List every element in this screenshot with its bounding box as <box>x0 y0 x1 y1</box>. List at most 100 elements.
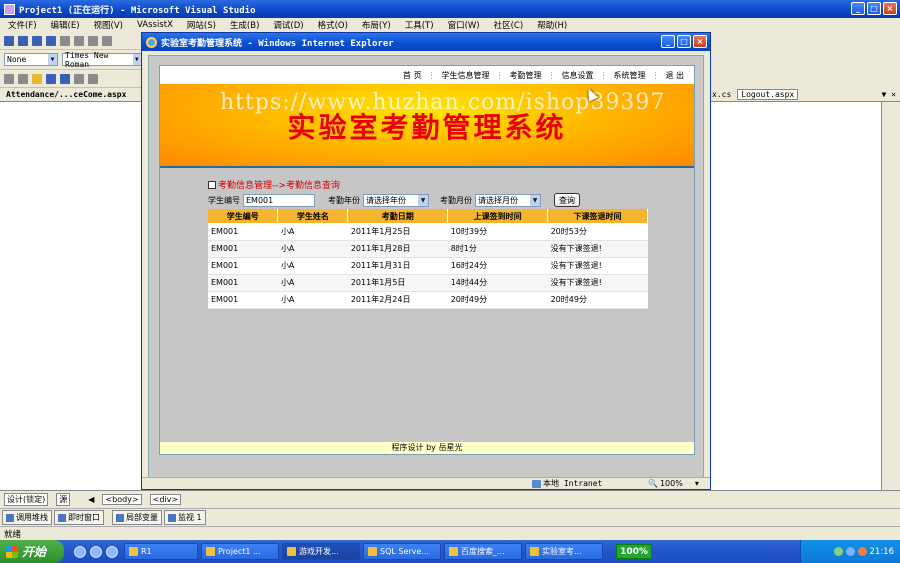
close-icon[interactable]: × <box>693 35 707 48</box>
save-all-icon[interactable] <box>60 73 70 84</box>
tab-close-icon[interactable]: ▼ × <box>882 90 896 99</box>
tag-nav-left-icon[interactable]: ◀ <box>88 495 94 504</box>
menu-format[interactable]: 格式(O) <box>318 19 348 31</box>
doc-tab-cs[interactable]: x.cs <box>712 90 731 99</box>
cell-checkin: 14时44分 <box>447 274 548 292</box>
vertical-scrollbar[interactable] <box>882 102 900 490</box>
font-combo[interactable]: Times New Roman ▼ <box>62 51 142 69</box>
menu-tools[interactable]: 工具(T) <box>405 19 434 31</box>
zoom-control[interactable]: 🔍 100% ▾ <box>648 479 699 488</box>
nav-system[interactable]: 系统管理 <box>613 70 645 81</box>
editor-pane-right[interactable] <box>710 102 882 490</box>
tag-body[interactable]: <body> <box>102 494 142 505</box>
cell-date: 2011年1月31日 <box>347 257 448 275</box>
menu-file[interactable]: 文件(F) <box>8 19 37 31</box>
menu-view[interactable]: 视图(V) <box>94 19 123 31</box>
task-r1[interactable]: R1 <box>124 543 198 560</box>
volume-icon[interactable] <box>857 547 867 556</box>
menu-build[interactable]: 生成(B) <box>230 19 259 31</box>
nav-logout[interactable]: 退 出 <box>665 70 684 81</box>
tab-watch[interactable]: 监视 1 <box>164 510 206 525</box>
menu-debug[interactable]: 调试(D) <box>273 19 303 31</box>
start-button[interactable]: 开始 <box>0 540 64 563</box>
nav-attendance[interactable]: 考勤管理 <box>509 70 541 81</box>
vs-menubar: 文件(F) 编辑(E) 视图(V) VAssistX 网站(S) 生成(B) 调… <box>0 18 900 32</box>
tab-watch-label: 监视 1 <box>178 513 202 522</box>
cut-icon[interactable] <box>74 73 84 84</box>
style-combo[interactable]: None ▼ <box>4 53 58 66</box>
year-select-value: 请选择年份 <box>366 195 406 205</box>
task-project1[interactable]: Project1 ... <box>201 543 279 560</box>
attendance-table: 学生编号 学生姓名 考勤日期 上课签到时间 下课签退时间 EM001 小A 20… <box>208 209 648 309</box>
tab-call-stack[interactable]: 调用堆栈 <box>2 510 52 525</box>
media-quicklaunch-icon[interactable] <box>106 545 118 558</box>
new-project-icon[interactable] <box>4 73 14 84</box>
month-select[interactable]: 请选择月份 ▼ <box>475 193 541 207</box>
table-row: EM001 小A 2011年1月28日 8时1分 没有下课签退! <box>208 240 648 258</box>
system-tray: 21:16 <box>800 540 900 563</box>
security-zone[interactable]: 本地 Intranet <box>532 478 602 489</box>
menu-help[interactable]: 帮助(H) <box>537 19 567 31</box>
nav-info-settings[interactable]: 信息设置 <box>561 70 593 81</box>
menu-website[interactable]: 网站(S) <box>187 19 216 31</box>
maximize-icon[interactable]: □ <box>867 2 881 15</box>
nav-student-info[interactable]: 学生信息管理 <box>441 70 489 81</box>
menu-window[interactable]: 窗口(W) <box>448 19 480 31</box>
copy-icon[interactable] <box>88 73 98 84</box>
nav-separator: ⋮ <box>599 70 608 80</box>
task-label: 游戏开发... <box>299 547 339 556</box>
chevron-down-icon: ▾ <box>694 479 699 488</box>
design-tab[interactable]: 设计(锁定) <box>4 493 49 506</box>
open-file-icon[interactable] <box>32 73 42 84</box>
menu-community[interactable]: 社区(C) <box>494 19 524 31</box>
tab-locals[interactable]: 局部变量 <box>112 510 162 525</box>
doc-tab-logout[interactable]: Logout.aspx <box>737 89 799 100</box>
immediate-icon <box>58 513 66 522</box>
year-label: 考勤年份 <box>328 195 360 205</box>
restart-icon[interactable] <box>46 35 56 46</box>
cell-date: 2011年1月5日 <box>347 274 448 292</box>
minimize-icon[interactable]: _ <box>661 35 675 48</box>
maximize-icon[interactable]: □ <box>677 35 691 48</box>
tab-immediate[interactable]: 即时窗口 <box>54 510 104 525</box>
table-row: EM001 小A 2011年1月25日 10时39分 20时53分 <box>208 223 648 241</box>
ie-logo-icon <box>146 36 157 48</box>
ie-quicklaunch-icon[interactable] <box>74 545 86 558</box>
source-tab[interactable]: 源 <box>56 493 71 506</box>
hex-icon[interactable] <box>102 35 112 46</box>
close-icon[interactable]: × <box>883 2 897 15</box>
student-id-input[interactable] <box>243 193 315 207</box>
editor-pane-left[interactable] <box>0 102 142 490</box>
nav-separator: ⋮ <box>427 70 436 80</box>
task-game-dev[interactable]: 游戏开发... <box>282 543 360 560</box>
query-button[interactable]: 查询 <box>554 193 580 207</box>
task-sql-server[interactable]: SQL Serve... <box>363 543 441 560</box>
continue-icon[interactable] <box>4 35 14 46</box>
cell-student-id: EM001 <box>208 257 278 275</box>
doc-tab-attendance[interactable]: Attendance/...ceCome.aspx <box>6 90 126 99</box>
menu-layout[interactable]: 布局(Y) <box>362 19 391 31</box>
minimize-icon[interactable]: _ <box>851 2 865 15</box>
stop-icon[interactable] <box>32 35 42 46</box>
task-baidu[interactable]: 百度搜索_... <box>444 543 522 560</box>
step-over-icon[interactable] <box>74 35 84 46</box>
shield-icon[interactable] <box>845 547 855 556</box>
add-item-icon[interactable] <box>18 73 28 84</box>
nav-home[interactable]: 首 页 <box>403 70 422 81</box>
menu-edit[interactable]: 编辑(E) <box>51 19 80 31</box>
pause-icon[interactable] <box>18 35 28 46</box>
task-lab-attendance[interactable]: 实验室考... <box>525 543 603 560</box>
chevron-down-icon: ▼ <box>132 54 141 65</box>
cell-student-id: EM001 <box>208 240 278 258</box>
menu-vassistx[interactable]: VAssistX <box>137 20 173 30</box>
step-out-icon[interactable] <box>88 35 98 46</box>
year-select[interactable]: 请选择年份 ▼ <box>363 193 429 207</box>
network-icon[interactable] <box>833 547 843 556</box>
nav-separator: ⋮ <box>547 70 556 80</box>
firefox-quicklaunch-icon[interactable] <box>90 545 102 558</box>
breadcrumb-text[interactable]: 考勤信息管理-->考勤信息查询 <box>218 178 340 191</box>
step-into-icon[interactable] <box>60 35 70 46</box>
vs-icon <box>206 547 215 556</box>
save-icon[interactable] <box>46 73 56 84</box>
tag-div[interactable]: <div> <box>149 494 182 505</box>
